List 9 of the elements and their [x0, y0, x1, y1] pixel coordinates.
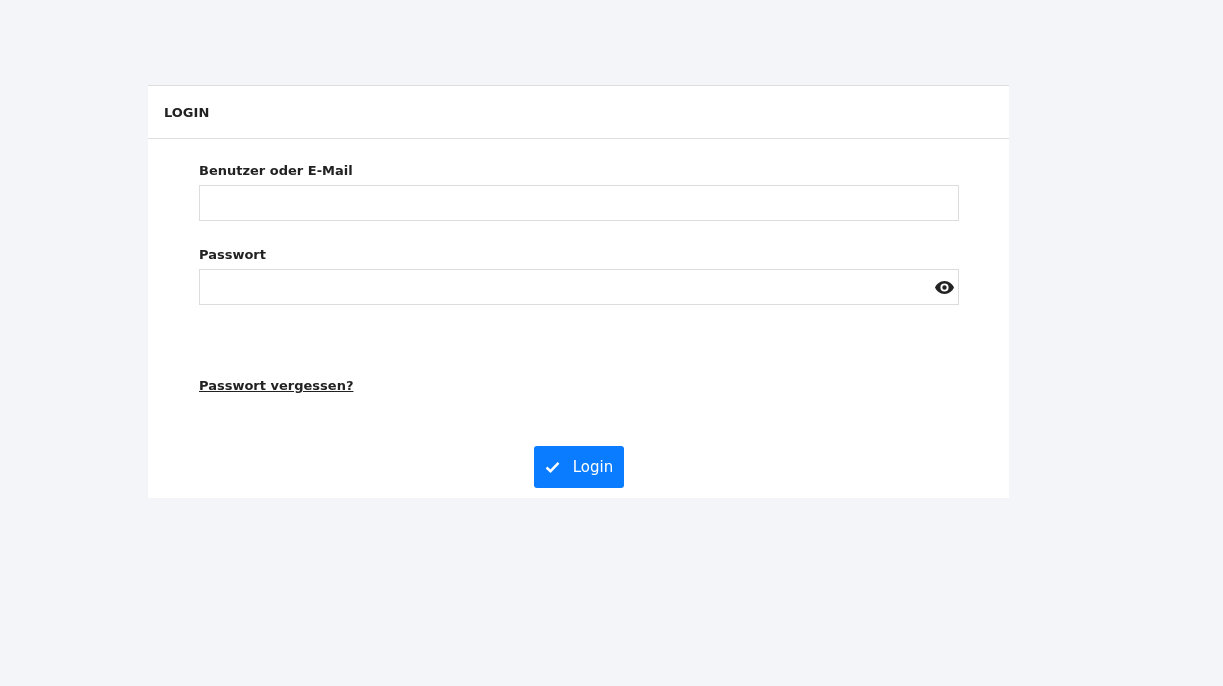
forgot-password-link[interactable]: Passwort vergessen?	[199, 378, 354, 393]
eye-icon[interactable]	[935, 280, 954, 294]
card-title: LOGIN	[164, 104, 210, 120]
check-icon	[544, 461, 560, 473]
login-button[interactable]: Login	[534, 446, 624, 488]
password-field[interactable]	[199, 269, 959, 305]
field-label: Passwort	[199, 247, 267, 262]
input-field[interactable]	[199, 185, 959, 221]
field-label: Benutzer oder E-Mail	[199, 163, 354, 178]
